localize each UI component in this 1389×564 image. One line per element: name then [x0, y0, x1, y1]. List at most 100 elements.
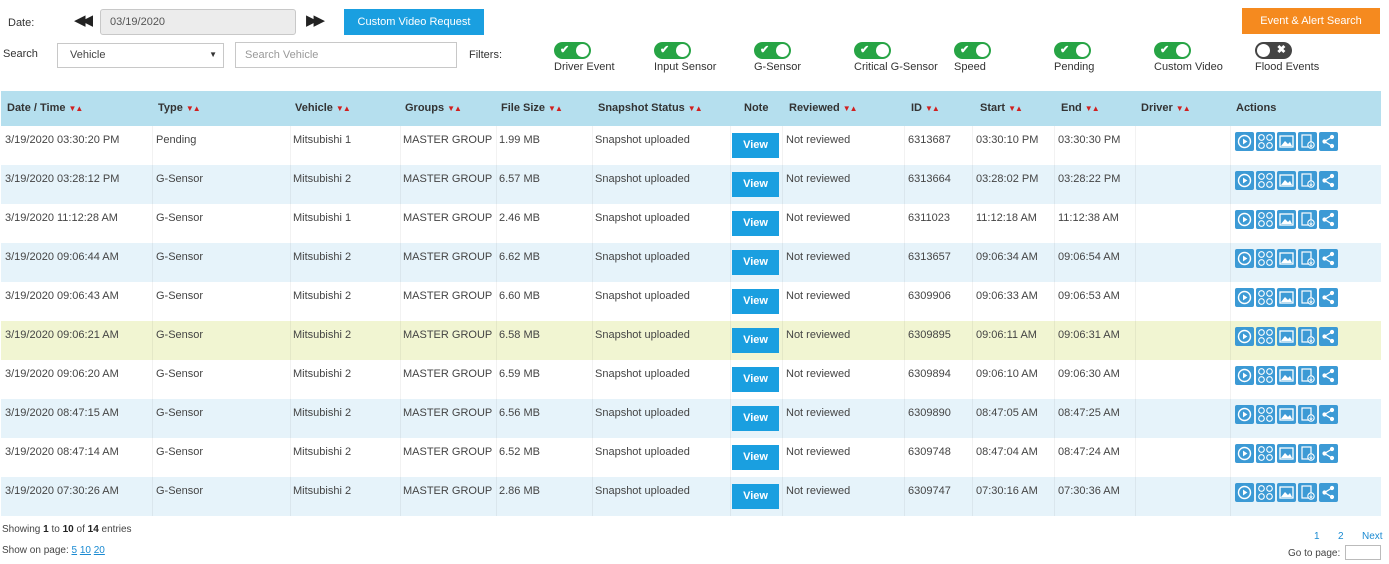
col-driver[interactable]: Driver ▼▲ — [1141, 91, 1191, 126]
image-icon[interactable] — [1277, 249, 1296, 268]
download-icon[interactable] — [1298, 249, 1317, 268]
view-note-button[interactable]: View — [732, 484, 779, 509]
page-link-1[interactable]: 1 — [1314, 531, 1320, 542]
col-reviewed[interactable]: Reviewed ▼▲ — [789, 91, 858, 126]
goto-page-input[interactable] — [1345, 545, 1381, 560]
grid-icon[interactable] — [1256, 483, 1275, 502]
play-icon[interactable] — [1235, 366, 1254, 385]
search-type-select[interactable]: Vehicle ▼ — [57, 43, 224, 68]
page-link-2[interactable]: 2 — [1338, 531, 1344, 542]
share-icon[interactable] — [1319, 249, 1338, 268]
view-note-button[interactable]: View — [732, 328, 779, 353]
prev-date-icon[interactable]: ◀◀ — [74, 11, 93, 29]
event-alert-search-button[interactable]: Event & Alert Search — [1242, 8, 1380, 34]
col-vehicle[interactable]: Vehicle ▼▲ — [295, 91, 351, 126]
table-row[interactable]: 3/19/2020 09:06:20 AM G-Sensor Mitsubishi … — [1, 360, 1381, 399]
filter-toggle[interactable]: ✔ — [654, 42, 691, 59]
col-snapshot-status[interactable]: Snapshot Status ▼▲ — [598, 91, 703, 126]
download-icon[interactable] — [1298, 444, 1317, 463]
col-start[interactable]: Start ▼▲ — [980, 91, 1023, 126]
date-input[interactable]: 03/19/2020 — [100, 9, 296, 35]
view-note-button[interactable]: View — [732, 367, 779, 392]
play-icon[interactable] — [1235, 288, 1254, 307]
grid-icon[interactable] — [1256, 171, 1275, 190]
download-icon[interactable] — [1298, 132, 1317, 151]
view-note-button[interactable]: View — [732, 250, 779, 275]
grid-icon[interactable] — [1256, 405, 1275, 424]
view-note-button[interactable]: View — [732, 289, 779, 314]
download-icon[interactable] — [1298, 405, 1317, 424]
image-icon[interactable] — [1277, 483, 1296, 502]
col-datetime[interactable]: Date / Time ▼▲ — [7, 91, 83, 126]
view-note-button[interactable]: View — [732, 133, 779, 158]
share-icon[interactable] — [1319, 327, 1338, 346]
download-icon[interactable] — [1298, 483, 1317, 502]
grid-icon[interactable] — [1256, 288, 1275, 307]
share-icon[interactable] — [1319, 405, 1338, 424]
col-id[interactable]: ID ▼▲ — [911, 91, 940, 126]
play-icon[interactable] — [1235, 444, 1254, 463]
filter-toggle[interactable]: ✔ — [1054, 42, 1091, 59]
download-icon[interactable] — [1298, 327, 1317, 346]
view-note-button[interactable]: View — [732, 406, 779, 431]
table-row[interactable]: 3/19/2020 08:47:15 AM G-Sensor Mitsubishi … — [1, 399, 1381, 438]
share-icon[interactable] — [1319, 366, 1338, 385]
filter-toggle[interactable]: ✔ — [1154, 42, 1191, 59]
play-icon[interactable] — [1235, 327, 1254, 346]
play-icon[interactable] — [1235, 210, 1254, 229]
page-size-20[interactable]: 20 — [94, 545, 105, 556]
share-icon[interactable] — [1319, 288, 1338, 307]
play-icon[interactable] — [1235, 171, 1254, 190]
play-icon[interactable] — [1235, 132, 1254, 151]
page-size-5[interactable]: 5 — [72, 545, 78, 556]
table-row[interactable]: 3/19/2020 11:12:28 AM G-Sensor Mitsubishi … — [1, 204, 1381, 243]
image-icon[interactable] — [1277, 171, 1296, 190]
download-icon[interactable] — [1298, 366, 1317, 385]
next-page-link[interactable]: Next — [1362, 531, 1383, 542]
col-end[interactable]: End ▼▲ — [1061, 91, 1100, 126]
grid-icon[interactable] — [1256, 210, 1275, 229]
table-row[interactable]: 3/19/2020 09:06:21 AM G-Sensor Mitsubishi … — [1, 321, 1381, 360]
grid-icon[interactable] — [1256, 444, 1275, 463]
col-file-size[interactable]: File Size ▼▲ — [501, 91, 563, 126]
col-groups[interactable]: Groups ▼▲ — [405, 91, 462, 126]
share-icon[interactable] — [1319, 444, 1338, 463]
share-icon[interactable] — [1319, 171, 1338, 190]
filter-toggle[interactable]: ✔ — [554, 42, 591, 59]
grid-icon[interactable] — [1256, 327, 1275, 346]
filter-toggle[interactable]: ✔ — [854, 42, 891, 59]
col-type[interactable]: Type ▼▲ — [158, 91, 201, 126]
image-icon[interactable] — [1277, 405, 1296, 424]
image-icon[interactable] — [1277, 327, 1296, 346]
filter-toggle[interactable]: ✔ — [954, 42, 991, 59]
view-note-button[interactable]: View — [732, 172, 779, 197]
table-row[interactable]: 3/19/2020 08:47:14 AM G-Sensor Mitsubishi … — [1, 438, 1381, 477]
search-vehicle-input[interactable]: Search Vehicle — [235, 42, 457, 68]
table-row[interactable]: 3/19/2020 07:30:26 AM G-Sensor Mitsubishi … — [1, 477, 1381, 516]
table-row[interactable]: 3/19/2020 09:06:43 AM G-Sensor Mitsubishi … — [1, 282, 1381, 321]
filter-toggle[interactable]: ✖ — [1255, 42, 1292, 59]
download-icon[interactable] — [1298, 210, 1317, 229]
grid-icon[interactable] — [1256, 132, 1275, 151]
share-icon[interactable] — [1319, 483, 1338, 502]
download-icon[interactable] — [1298, 288, 1317, 307]
next-date-icon[interactable]: ▶▶ — [306, 11, 325, 29]
image-icon[interactable] — [1277, 366, 1296, 385]
grid-icon[interactable] — [1256, 366, 1275, 385]
share-icon[interactable] — [1319, 132, 1338, 151]
view-note-button[interactable]: View — [732, 445, 779, 470]
image-icon[interactable] — [1277, 132, 1296, 151]
view-note-button[interactable]: View — [732, 211, 779, 236]
play-icon[interactable] — [1235, 405, 1254, 424]
download-icon[interactable] — [1298, 171, 1317, 190]
table-row[interactable]: 3/19/2020 03:30:20 PM Pending Mitsubishi 1… — [1, 126, 1381, 165]
grid-icon[interactable] — [1256, 249, 1275, 268]
play-icon[interactable] — [1235, 249, 1254, 268]
table-row[interactable]: 3/19/2020 09:06:44 AM G-Sensor Mitsubishi … — [1, 243, 1381, 282]
image-icon[interactable] — [1277, 444, 1296, 463]
share-icon[interactable] — [1319, 210, 1338, 229]
image-icon[interactable] — [1277, 210, 1296, 229]
page-size-10[interactable]: 10 — [80, 545, 91, 556]
play-icon[interactable] — [1235, 483, 1254, 502]
table-row[interactable]: 3/19/2020 03:28:12 PM G-Sensor Mitsubishi … — [1, 165, 1381, 204]
